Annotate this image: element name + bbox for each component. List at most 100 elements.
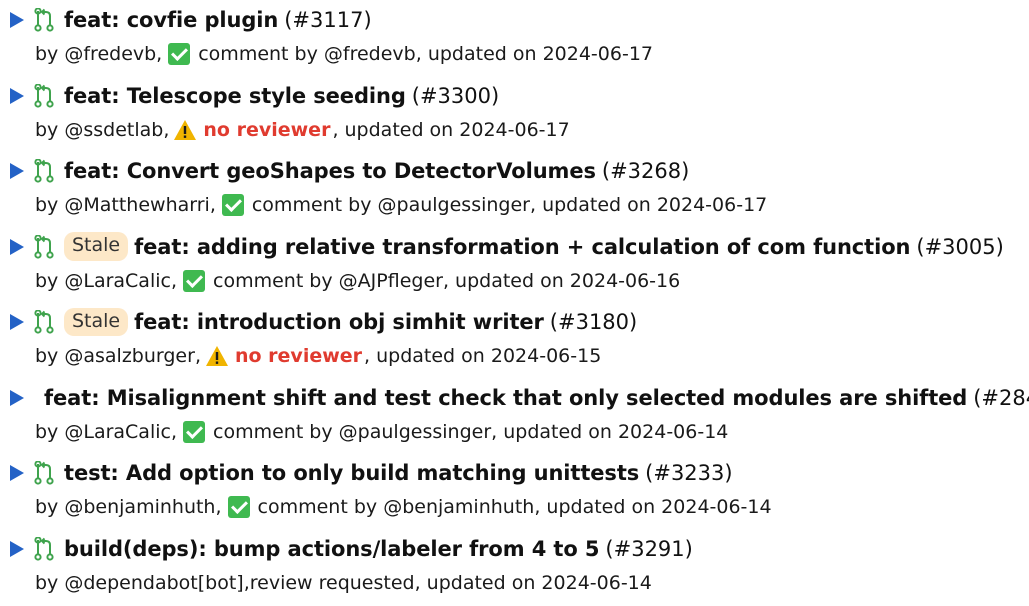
- expand-arrow-icon[interactable]: [10, 390, 24, 406]
- updated-date: updated on 2024-06-14: [503, 421, 728, 443]
- pull-request-icon: [34, 537, 54, 561]
- pr-meta-row: by @benjaminhuth,comment by @benjaminhut…: [10, 491, 1029, 523]
- pr-title-link[interactable]: feat: Misalignment shift and test check …: [44, 386, 967, 410]
- pull-request-icon: [34, 84, 54, 108]
- expand-arrow-icon[interactable]: [10, 239, 24, 255]
- commenter-link[interactable]: @fredevb,: [324, 43, 422, 65]
- author-link[interactable]: @benjaminhuth,: [64, 496, 221, 518]
- pr-number: (#3300): [412, 84, 499, 108]
- comment-label: comment by: [198, 43, 318, 65]
- pull-request-icon: [34, 310, 54, 334]
- commenter-link[interactable]: @AJPfleger,: [339, 270, 449, 292]
- comment-label: comment by: [258, 496, 378, 518]
- by-label: by: [35, 496, 58, 518]
- updated-date: , updated on 2024-06-15: [364, 345, 601, 367]
- approved-check-icon: [168, 43, 190, 65]
- expand-arrow-icon[interactable]: [10, 88, 24, 104]
- pr-meta-row: by @fredevb, comment by @fredevb, updated…: [10, 38, 1029, 70]
- comment-label: comment by: [213, 270, 333, 292]
- pr-title-link[interactable]: feat: Convert geoShapes to DetectorVolum…: [64, 159, 596, 183]
- commenter-link[interactable]: @benjaminhuth,: [383, 496, 540, 518]
- author-link[interactable]: @LaraCalic,: [64, 270, 177, 292]
- expand-arrow-icon[interactable]: [10, 541, 24, 557]
- pr-title-row: test: Add option to only build matching …: [10, 455, 1029, 491]
- pr-number: (#2843): [973, 386, 1029, 410]
- approved-check-icon: [228, 496, 250, 518]
- list-item: feat: Misalignment shift and test check …: [10, 380, 1029, 456]
- pr-title-link[interactable]: feat: adding relative transformation + c…: [134, 235, 910, 259]
- updated-date: updated on 2024-06-16: [455, 270, 680, 292]
- by-label: by: [35, 345, 58, 367]
- pr-meta-row: by @dependabot[bot],review requested, up…: [10, 567, 1029, 599]
- pull-request-icon: [34, 159, 54, 183]
- warning-icon: [205, 345, 229, 367]
- author-link[interactable]: @asalzburger,: [64, 345, 201, 367]
- no-reviewer-label: no reviewer: [235, 345, 362, 367]
- by-label: by: [35, 119, 58, 141]
- list-item: Stale feat: adding relative transformati…: [10, 229, 1029, 305]
- expand-arrow-icon[interactable]: [10, 465, 24, 481]
- pull-request-icon: [34, 235, 54, 259]
- pr-title-row: feat: Misalignment shift and test check …: [10, 380, 1029, 416]
- list-item: feat: Telescope style seeding (#3300) by…: [10, 78, 1029, 154]
- pr-title-row: feat: covfie plugin (#3117): [10, 2, 1029, 38]
- pr-title-link[interactable]: build(deps): bump actions/labeler from 4…: [64, 537, 599, 561]
- no-reviewer-label: no reviewer: [203, 119, 330, 141]
- approved-check-icon: [183, 270, 205, 292]
- pr-title-link[interactable]: feat: introduction obj simhit writer: [134, 310, 544, 334]
- pr-meta-row: by @asalzburger, no reviewer, updated on …: [10, 340, 1029, 372]
- review-status-text: review requested, updated on 2024-06-14: [250, 572, 652, 594]
- pull-request-icon: [34, 8, 54, 32]
- expand-arrow-icon[interactable]: [10, 314, 24, 330]
- warning-icon: [173, 119, 197, 141]
- by-label: by: [35, 270, 58, 292]
- comment-label: comment by: [213, 421, 333, 443]
- pr-number: (#3268): [602, 159, 689, 183]
- pr-title-row: build(deps): bump actions/labeler from 4…: [10, 531, 1029, 567]
- list-item: Stale feat: introduction obj simhit writ…: [10, 304, 1029, 380]
- by-label: by: [35, 194, 58, 216]
- list-item: feat: covfie plugin (#3117) by @fredevb,…: [10, 2, 1029, 78]
- pr-number: (#3233): [645, 461, 732, 485]
- by-label: by: [35, 572, 58, 594]
- author-link[interactable]: @fredevb,: [64, 43, 162, 65]
- updated-date: updated on 2024-06-17: [542, 194, 767, 216]
- pull-request-icon: [34, 461, 54, 485]
- expand-arrow-icon[interactable]: [10, 163, 24, 179]
- updated-date: updated on 2024-06-17: [428, 43, 653, 65]
- approved-check-icon: [222, 194, 244, 216]
- author-link[interactable]: @Matthewharri,: [64, 194, 216, 216]
- pr-number: (#3291): [605, 537, 692, 561]
- pr-meta-row: by @Matthewharri, comment by @paulgessing…: [10, 189, 1029, 221]
- pr-meta-row: by @LaraCalic, comment by @AJPfleger, upd…: [10, 265, 1029, 297]
- by-label: by: [35, 43, 58, 65]
- author-link[interactable]: @LaraCalic,: [64, 421, 177, 443]
- pr-meta-row: by @ssdetlab, no reviewer, updated on 202…: [10, 114, 1029, 146]
- list-item: feat: Convert geoShapes to DetectorVolum…: [10, 153, 1029, 229]
- list-item: build(deps): bump actions/labeler from 4…: [10, 531, 1029, 606]
- commenter-link[interactable]: @paulgessinger,: [339, 421, 498, 443]
- pr-title-row: feat: Telescope style seeding (#3300): [10, 78, 1029, 114]
- comment-label: comment by: [252, 194, 372, 216]
- updated-date: , updated on 2024-06-17: [332, 119, 569, 141]
- by-label: by: [35, 421, 58, 443]
- pr-title-row: Stale feat: adding relative transformati…: [10, 229, 1029, 265]
- updated-date: updated on 2024-06-14: [546, 496, 771, 518]
- commenter-link[interactable]: @paulgessinger,: [378, 194, 537, 216]
- author-link[interactable]: @ssdetlab,: [64, 119, 169, 141]
- author-link[interactable]: @dependabot[bot],: [64, 572, 249, 594]
- pr-number: (#3180): [550, 310, 637, 334]
- list-item: test: Add option to only build matching …: [10, 455, 1029, 531]
- pr-title-link[interactable]: test: Add option to only build matching …: [64, 461, 639, 485]
- pr-meta-row: by @LaraCalic, comment by @paulgessinger,…: [10, 416, 1029, 448]
- pr-title-link[interactable]: feat: covfie plugin: [64, 8, 278, 32]
- pr-title-row: Stale feat: introduction obj simhit writ…: [10, 304, 1029, 340]
- expand-arrow-icon[interactable]: [10, 12, 24, 28]
- pr-title-row: feat: Convert geoShapes to DetectorVolum…: [10, 153, 1029, 189]
- stale-badge: Stale: [64, 308, 128, 337]
- stale-badge: Stale: [64, 232, 128, 261]
- pr-number: (#3005): [916, 235, 1003, 259]
- pr-number: (#3117): [284, 8, 371, 32]
- approved-check-icon: [183, 421, 205, 443]
- pr-title-link[interactable]: feat: Telescope style seeding: [64, 84, 406, 108]
